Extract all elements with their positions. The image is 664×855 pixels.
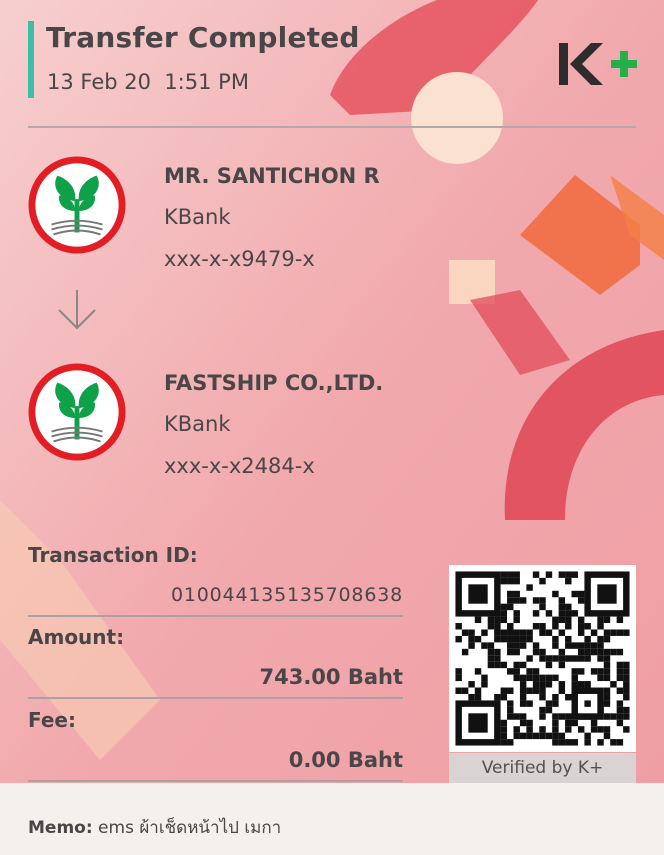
transaction-id-value: 010044135135708638 <box>171 584 403 606</box>
qr-code-container <box>449 565 636 752</box>
recipient-name: FASTSHIP CO.,LTD. <box>164 371 384 395</box>
recipient-account: xxx-x-x2484-x <box>164 454 315 478</box>
arrow-down-icon <box>58 290 96 330</box>
field-divider <box>28 780 403 782</box>
memo-text: ems ผ้าเช็ดหน้าไป เมกา <box>98 818 282 838</box>
fee-label: Fee: <box>28 708 76 732</box>
kbank-logo-icon <box>28 156 126 254</box>
header-accent-bar <box>28 21 34 98</box>
field-divider <box>28 615 403 617</box>
fee-value: 0.00 Baht <box>288 748 403 772</box>
field-divider <box>28 697 403 699</box>
transaction-id-label: Transaction ID: <box>28 543 198 567</box>
kplus-logo-icon <box>559 43 637 85</box>
amount-value: 743.00 Baht <box>259 665 403 689</box>
kbank-logo-icon <box>28 363 126 461</box>
header-divider <box>28 126 636 128</box>
sender-name: MR. SANTICHON R <box>164 164 380 188</box>
transfer-datetime: 13 Feb 20 1:51 PM <box>47 70 249 94</box>
qr-verified-caption: Verified by K+ <box>449 753 636 783</box>
page-title: Transfer Completed <box>46 21 360 54</box>
sender-account: xxx-x-x9479-x <box>164 247 315 271</box>
amount-label: Amount: <box>28 625 125 649</box>
qr-code-icon <box>455 571 630 746</box>
recipient-bank: KBank <box>164 412 231 436</box>
memo-line: Memo: ems ผ้าเช็ดหน้าไป เมกา <box>28 814 281 841</box>
memo-label: Memo: <box>28 818 93 838</box>
sender-bank: KBank <box>164 205 231 229</box>
